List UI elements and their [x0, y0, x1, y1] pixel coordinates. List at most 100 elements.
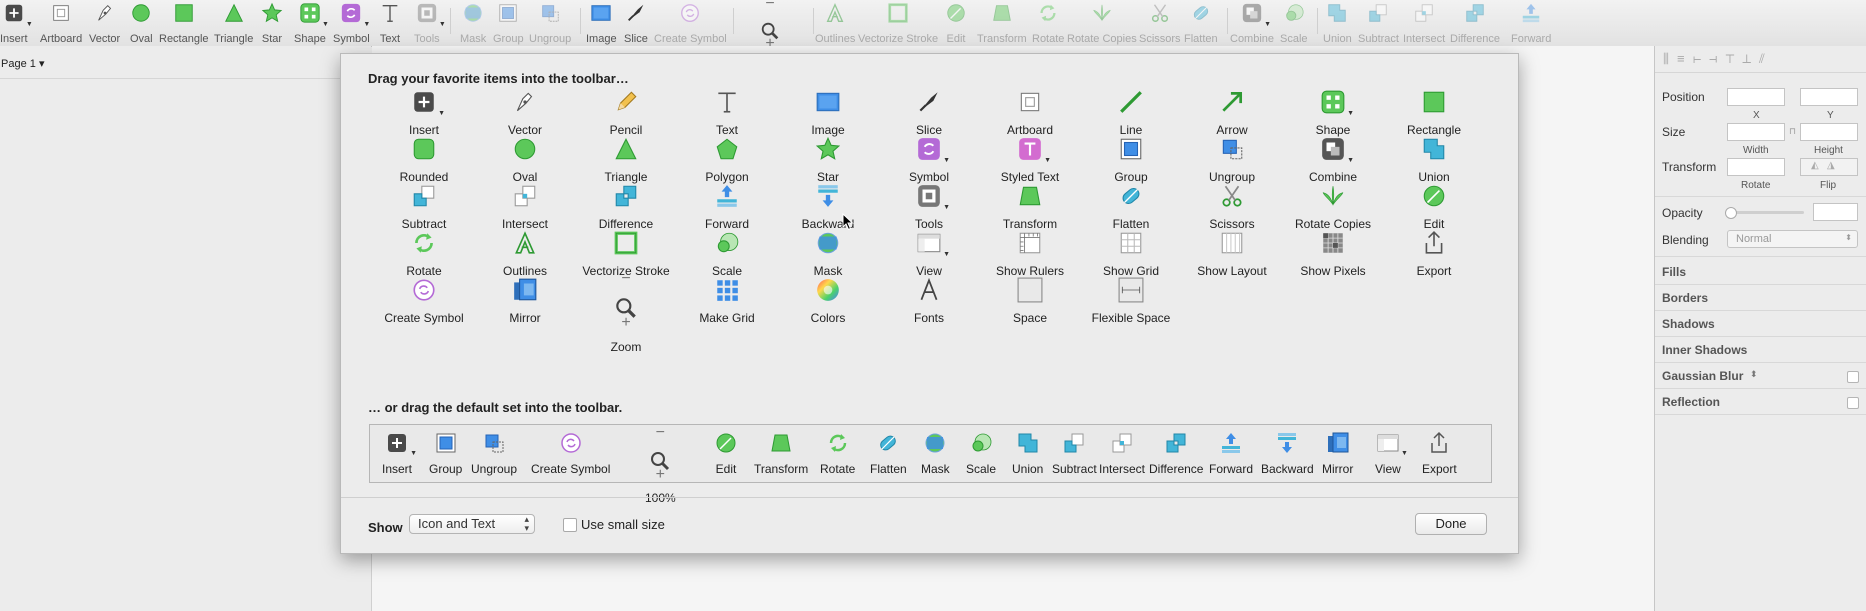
palette-item-show-grid[interactable]: Show Grid [1081, 230, 1181, 278]
chevron-updown-icon[interactable]: ⬍ [1750, 369, 1758, 380]
toolbar-slice-button[interactable]: Slice [624, 2, 648, 45]
toolbar-difference-button[interactable]: Difference [1450, 2, 1500, 45]
flip-buttons[interactable]: ◭ ◮ [1800, 158, 1858, 176]
align-icons[interactable]: ⫼≡⊢⊣⊤⊥⫽ [1663, 51, 1773, 67]
toolbar-vectorize-stroke-button[interactable]: Vectorize Stroke [858, 2, 938, 45]
toolbar-oval-button[interactable]: Oval [130, 2, 153, 45]
palette-item-rectangle[interactable]: Rectangle [1384, 89, 1484, 137]
palette-item-pencil[interactable]: Pencil [576, 89, 676, 137]
palette-item-oval[interactable]: Oval [475, 136, 575, 184]
palette-item-shape[interactable]: ▼ Shape [1283, 89, 1383, 137]
palette-item-intersect[interactable]: Intersect [475, 183, 575, 231]
section-fills[interactable]: Fills [1662, 265, 1686, 279]
default-toolbar-set[interactable]: ▼ Insert Group Ungroup Create Symbol − + 100% Ed… [369, 424, 1492, 505]
toolbar-intersect-button[interactable]: Intersect [1403, 2, 1445, 45]
show-mode-select[interactable]: Icon and Text ▴ ▾ [409, 514, 535, 534]
palette-item-polygon[interactable]: Polygon [677, 136, 777, 184]
section-borders[interactable]: Borders [1662, 291, 1708, 305]
palette-item-subtract[interactable]: Subtract [374, 183, 474, 231]
height-input[interactable] [1800, 123, 1858, 141]
done-button[interactable]: Done [1415, 513, 1487, 535]
toolbar-triangle-button[interactable]: Triangle [214, 2, 253, 45]
toolbar-create-symbol-button[interactable]: Create Symbol [654, 2, 727, 45]
opacity-slider-knob[interactable] [1725, 207, 1737, 219]
palette-item-line[interactable]: Line [1081, 89, 1181, 137]
toolbar-scale-button[interactable]: Scale [1280, 2, 1308, 45]
palette-item-create-symbol[interactable]: Create Symbol [374, 277, 474, 325]
width-input[interactable] [1727, 123, 1785, 141]
toolbar-text-button[interactable]: Text [379, 2, 401, 45]
toolbar-group-button[interactable]: Group [493, 2, 524, 45]
palette-item-show-layout[interactable]: Show Layout [1182, 230, 1282, 278]
palette-item-show-pixels[interactable]: Show Pixels [1283, 230, 1383, 278]
x-input[interactable] [1727, 88, 1785, 106]
toolbar-vector-button[interactable]: Vector [89, 2, 120, 45]
gaussian-blur-checkbox[interactable] [1847, 371, 1859, 383]
toolbar-tools-button[interactable]: ▼ Tools [414, 2, 446, 45]
palette-item-scissors[interactable]: Scissors [1182, 183, 1282, 231]
palette-item-image[interactable]: Image [778, 89, 878, 137]
opacity-input[interactable] [1813, 203, 1858, 221]
toolbar-rectangle-button[interactable]: Rectangle [159, 2, 209, 45]
palette-item-scale[interactable]: Scale [677, 230, 777, 278]
palette-item-view[interactable]: ▼ View [879, 230, 979, 278]
palette-item-vector[interactable]: Vector [475, 89, 575, 137]
toolbar-scissors-button[interactable]: Scissors [1139, 2, 1181, 45]
palette-item-zoom[interactable]: − + Zoom [576, 270, 676, 354]
toolbar-rotate-button[interactable]: Rotate [1032, 2, 1064, 45]
palette-item-insert[interactable]: ▼ Insert [374, 89, 474, 137]
palette-item-mirror[interactable]: Mirror [475, 277, 575, 325]
lock-icon[interactable]: ⊓ [1789, 126, 1796, 137]
palette-item-styled-text[interactable]: ▼ Styled Text [980, 136, 1080, 184]
palette-item-star[interactable]: Star [778, 136, 878, 184]
palette-item-artboard[interactable]: Artboard [980, 89, 1080, 137]
toolbar-subtract-button[interactable]: Subtract [1358, 2, 1399, 45]
palette-item-text[interactable]: Text [677, 89, 777, 137]
palette-item-arrow[interactable]: Arrow [1182, 89, 1282, 137]
palette-item-edit[interactable]: Edit [1384, 183, 1484, 231]
palette-item-flatten[interactable]: Flatten [1081, 183, 1181, 231]
palette-item-difference[interactable]: Difference [576, 183, 676, 231]
palette-item-combine[interactable]: ▼ Combine [1283, 136, 1383, 184]
palette-item-backward[interactable]: Backward [778, 183, 878, 231]
palette-item-union[interactable]: Union [1384, 136, 1484, 184]
blending-select[interactable]: Normal ⬍ [1727, 230, 1858, 248]
palette-item-flexible-space[interactable]: Flexible Space [1081, 277, 1181, 325]
toolbar-combine-button[interactable]: ▼ Combine [1230, 2, 1274, 45]
palette-item-fonts[interactable]: Fonts [879, 277, 979, 325]
opacity-slider[interactable] [1725, 207, 1804, 219]
toolbar-symbol-button[interactable]: ▼ Symbol [333, 2, 370, 45]
toolbar-union-button[interactable]: Union [1323, 2, 1352, 45]
page-selector[interactable]: Page 1 ▾ [1, 57, 44, 70]
palette-item-symbol[interactable]: ▼ Symbol [879, 136, 979, 184]
reflection-checkbox[interactable] [1847, 397, 1859, 409]
toolbar-star-button[interactable]: Star [261, 2, 283, 45]
palette-item-rotate[interactable]: Rotate [374, 230, 474, 278]
palette-item-tools[interactable]: ▼ Tools [879, 183, 979, 231]
palette-item-slice[interactable]: Slice [879, 89, 979, 137]
palette-item-forward[interactable]: Forward [677, 183, 777, 231]
palette-item-mask[interactable]: Mask [778, 230, 878, 278]
section-gaussian-blur[interactable]: Gaussian Blur [1662, 369, 1743, 383]
toolbar-edit-button[interactable]: Edit [945, 2, 967, 45]
palette-item-show-rulers[interactable]: Show Rulers [980, 230, 1080, 278]
use-small-size-checkbox[interactable] [563, 518, 577, 532]
palette-item-colors[interactable]: Colors [778, 277, 878, 325]
palette-item-make-grid[interactable]: Make Grid [677, 277, 777, 325]
palette-item-transform[interactable]: Transform [980, 183, 1080, 231]
toolbar-ungroup-button[interactable]: Ungroup [529, 2, 571, 45]
toolbar-outlines-button[interactable]: Outlines [815, 2, 855, 45]
section-shadows[interactable]: Shadows [1662, 317, 1715, 331]
toolbar-forward-button[interactable]: Forward [1511, 2, 1551, 45]
palette-item-export[interactable]: Export [1384, 230, 1484, 278]
toolbar-flatten-button[interactable]: Flatten [1184, 2, 1218, 45]
palette-item-rounded[interactable]: Rounded [374, 136, 474, 184]
use-small-size-label[interactable]: Use small size [581, 517, 665, 532]
toolbar-image-button[interactable]: Image [586, 2, 617, 45]
toolbar-shape-button[interactable]: ▼ Shape [294, 2, 329, 45]
palette-item-space[interactable]: Space [980, 277, 1080, 325]
palette-item-triangle[interactable]: Triangle [576, 136, 676, 184]
palette-item-rotate-copies[interactable]: Rotate Copies [1283, 183, 1383, 231]
toolbar-mask-button[interactable]: Mask [460, 2, 486, 45]
toolbar-transform-button[interactable]: Transform [977, 2, 1027, 45]
